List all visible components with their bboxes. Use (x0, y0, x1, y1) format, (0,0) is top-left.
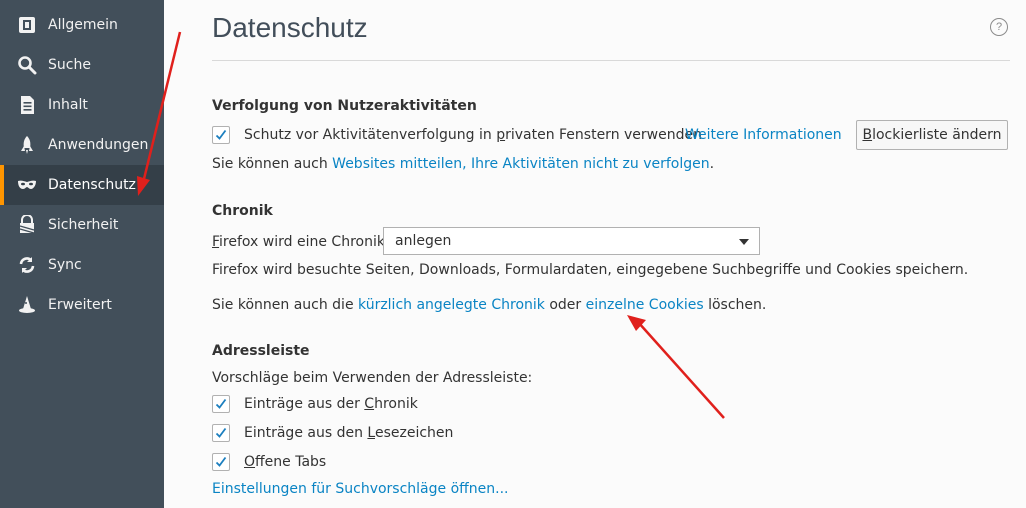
history-mode-select[interactable]: anlegen (383, 227, 760, 255)
more-info-link[interactable]: Weitere Informationen (685, 127, 842, 143)
recent-history-link[interactable]: kürzlich angelegte Chronik (358, 297, 545, 313)
tracking-protection-label[interactable]: Schutz vor Aktivitätenverfolgung in priv… (244, 127, 702, 143)
sidebar-item-label: Anwendungen (48, 137, 149, 153)
wizard-hat-icon (17, 295, 37, 315)
rocket-icon (17, 135, 37, 155)
suggest-open-tabs-checkbox[interactable] (212, 453, 230, 471)
individual-cookies-link[interactable]: einzelne Cookies (586, 297, 704, 313)
history-mode-label: Firefox wird eine Chronik: (212, 234, 390, 250)
sidebar-item-inhalt[interactable]: Inhalt (0, 85, 164, 125)
checkmark-icon (215, 456, 227, 467)
main-panel: Datenschutz ? Verfolgung von Nutzeraktiv… (164, 0, 1026, 508)
general-icon (17, 15, 37, 35)
title-divider (212, 60, 1010, 61)
sidebar-item-allgemein[interactable]: Allgemein (0, 5, 164, 45)
addressbar-intro: Vorschläge beim Verwenden der Adressleis… (212, 370, 533, 386)
help-icon[interactable]: ? (990, 18, 1008, 36)
sidebar-item-label: Inhalt (48, 97, 88, 113)
dnt-link[interactable]: Websites mitteilen, Ihre Aktivitäten nic… (332, 156, 709, 172)
sidebar-item-datenschutz[interactable]: Datenschutz (0, 165, 164, 205)
page-title: Datenschutz (212, 12, 368, 43)
sidebar-item-sync[interactable]: Sync (0, 245, 164, 285)
tracking-heading: Verfolgung von Nutzeraktivitäten (212, 98, 477, 114)
tracking-protection-checkbox[interactable] (212, 126, 230, 144)
addressbar-heading: Adressleiste (212, 343, 310, 359)
block-list-button[interactable]: Blockierliste ändern (856, 120, 1008, 150)
sidebar-item-erweitert[interactable]: Erweitert (0, 285, 164, 325)
history-description: Firefox wird besuchte Seiten, Downloads,… (212, 262, 969, 278)
sidebar-item-label: Allgemein (48, 17, 118, 33)
sidebar: Allgemein Suche Inhalt Anwendungen Daten… (0, 0, 164, 508)
suggest-bookmarks-label[interactable]: Einträge aus den Lesezeichen (244, 425, 453, 441)
sync-icon (17, 255, 37, 275)
security-icon (17, 215, 37, 235)
search-suggestion-settings-link[interactable]: Einstellungen für Suchvorschläge öffnen.… (212, 481, 509, 497)
sidebar-item-suche[interactable]: Suche (0, 45, 164, 85)
sidebar-item-label: Sicherheit (48, 217, 119, 233)
document-icon (17, 95, 37, 115)
sidebar-item-label: Sync (48, 257, 82, 273)
dropdown-arrow-icon (739, 239, 749, 245)
checkmark-icon (215, 427, 227, 438)
search-icon (17, 55, 37, 75)
sidebar-item-label: Datenschutz (48, 177, 136, 193)
sidebar-item-label: Erweitert (48, 297, 112, 313)
checkmark-icon (215, 129, 227, 140)
sidebar-item-label: Suche (48, 57, 91, 73)
sidebar-item-anwendungen[interactable]: Anwendungen (0, 125, 164, 165)
history-clear-text: Sie können auch die kürzlich angelegte C… (212, 297, 767, 313)
suggest-history-checkbox[interactable] (212, 395, 230, 413)
dnt-text: Sie können auch Websites mitteilen, Ihre… (212, 156, 715, 172)
suggest-bookmarks-checkbox[interactable] (212, 424, 230, 442)
suggest-history-label[interactable]: Einträge aus der Chronik (244, 396, 418, 412)
history-heading: Chronik (212, 203, 273, 219)
sidebar-item-sicherheit[interactable]: Sicherheit (0, 205, 164, 245)
checkmark-icon (215, 398, 227, 409)
mask-icon (17, 175, 37, 195)
suggest-open-tabs-label[interactable]: Offene Tabs (244, 454, 326, 470)
